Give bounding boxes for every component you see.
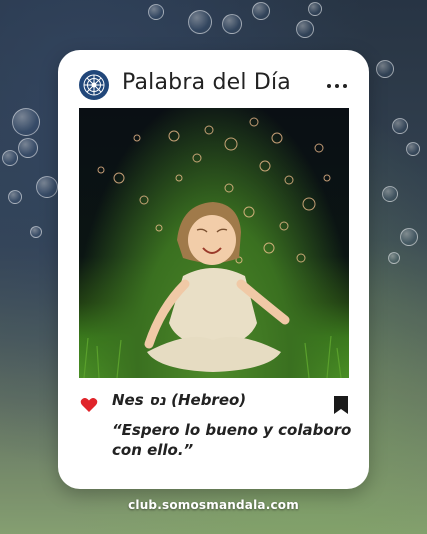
heart-icon[interactable] [80,397,98,413]
post-card: Palabra del Día Nes נס (Hebreo) “Espero … [58,50,369,489]
word-of-day: Nes נס (Hebreo) [112,391,247,409]
quote-text: “Espero lo bueno y colaboro con ello.” [112,421,352,459]
bookmark-icon[interactable] [334,396,348,414]
mandala-logo-icon[interactable] [79,70,109,100]
post-photo [79,108,349,378]
more-dots-icon[interactable] [327,78,347,94]
card-header: Palabra del Día [58,50,369,108]
card-title: Palabra del Día [122,70,291,95]
footer-url[interactable]: club.somosmandala.com [0,498,427,512]
